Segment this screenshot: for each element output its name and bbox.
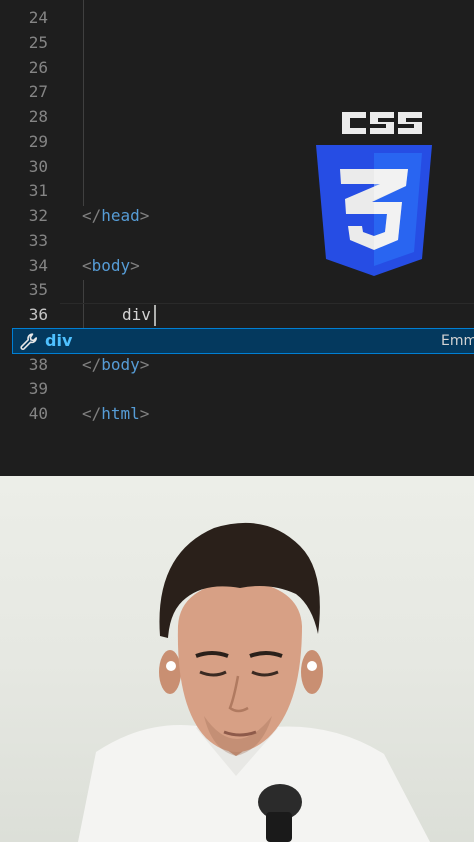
line-number: 28 bbox=[28, 107, 48, 126]
line-number: 30 bbox=[28, 157, 48, 176]
suggestion-label: div bbox=[45, 331, 73, 350]
code-line-typed[interactable]: div bbox=[122, 303, 151, 328]
css3-logo bbox=[312, 108, 436, 280]
line-number: 31 bbox=[28, 181, 48, 200]
line-number: 32 bbox=[28, 206, 48, 225]
text-cursor bbox=[154, 305, 156, 326]
code-line-html-close[interactable]: </html> bbox=[82, 402, 149, 427]
indent-guide bbox=[83, 0, 84, 206]
line-number: 39 bbox=[28, 379, 48, 398]
line-number: 38 bbox=[28, 355, 48, 374]
wrench-icon bbox=[19, 332, 39, 352]
line-number-active: 36 bbox=[28, 305, 48, 324]
code-editor[interactable]: 24 25 26 27 28 29 30 31 32 33 34 35 36 3… bbox=[0, 0, 474, 476]
line-number: 27 bbox=[28, 82, 48, 101]
code-line-body-close[interactable]: </body> bbox=[82, 353, 149, 378]
line-number: 25 bbox=[28, 33, 48, 52]
line-number: 24 bbox=[28, 8, 48, 27]
code-line-head-close[interactable]: </head> bbox=[82, 204, 149, 229]
webcam-feed bbox=[0, 476, 474, 842]
suggestion-detail: Emmet Abbreviation bbox=[441, 333, 474, 349]
line-number: 29 bbox=[28, 132, 48, 151]
line-number: 35 bbox=[28, 280, 48, 299]
code-line-body-open[interactable]: <body> bbox=[82, 254, 140, 279]
presenter-photo bbox=[78, 522, 430, 842]
line-number: 34 bbox=[28, 256, 48, 275]
autocomplete-suggestion[interactable]: div Emmet Abbreviation bbox=[12, 328, 474, 354]
line-number: 40 bbox=[28, 404, 48, 423]
line-number: 33 bbox=[28, 231, 48, 250]
line-number: 26 bbox=[28, 58, 48, 77]
